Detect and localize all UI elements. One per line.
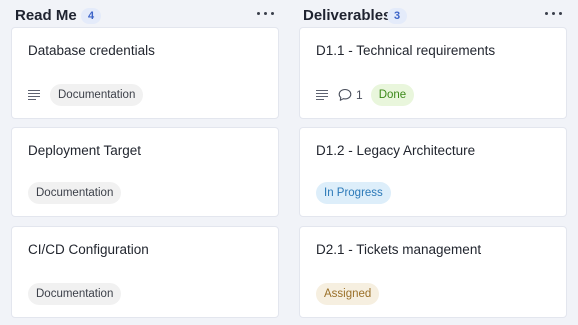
card-title: Deployment Target — [28, 143, 142, 158]
card-d1-2-legacy-architecture[interactable]: D1.2 - Legacy Architecture In Progress — [299, 127, 567, 217]
column-count-badge: 4 — [81, 8, 101, 24]
kanban-board: Read Me 4 Database credentials Documenta… — [0, 0, 578, 325]
comment-indicator: 1 — [338, 88, 363, 102]
card-title: D2.1 - Tickets management — [316, 242, 482, 257]
card-d2-1-tickets-management[interactable]: D2.1 - Tickets management Assigned — [299, 226, 567, 318]
card-title: CI/CD Configuration — [28, 242, 149, 257]
column-title: Deliverables — [303, 7, 392, 24]
column-deliverables: Deliverables 3 D1.1 - Technical requirem… — [299, 0, 567, 318]
column-header: Deliverables 3 — [299, 0, 567, 30]
card-title: Database credentials — [28, 43, 155, 58]
column-title: Read Me — [15, 7, 77, 24]
label-tag[interactable]: Documentation — [28, 182, 122, 204]
card-footer: 1 Done — [316, 84, 415, 106]
card-title: D1.2 - Legacy Architecture — [316, 143, 476, 158]
card-footer: Documentation — [28, 84, 144, 106]
lines-icon — [28, 90, 40, 100]
column-header: Read Me 4 — [11, 0, 279, 30]
speech-bubble-icon — [338, 88, 352, 101]
lines-icon — [316, 90, 328, 100]
card-footer: Documentation — [28, 182, 122, 204]
card-title: D1.1 - Technical requirements — [316, 43, 496, 58]
status-tag[interactable]: Done — [370, 84, 415, 106]
card-footer: Assigned — [316, 283, 380, 305]
column-count-badge: 3 — [387, 8, 407, 24]
label-tag[interactable]: Documentation — [28, 283, 122, 305]
comment-count: 1 — [356, 88, 363, 102]
status-tag[interactable]: Assigned — [316, 283, 380, 305]
card-footer: Documentation — [28, 283, 122, 305]
card-ci-cd-configuration[interactable]: CI/CD Configuration Documentation — [11, 226, 279, 318]
card-d1-1-technical-requirements[interactable]: D1.1 - Technical requirements 1 Done — [299, 27, 567, 119]
column-read-me: Read Me 4 Database credentials Documenta… — [11, 0, 279, 318]
card-deployment-target[interactable]: Deployment Target Documentation — [11, 127, 279, 217]
card-database-credentials[interactable]: Database credentials Documentation — [11, 27, 279, 119]
card-footer: In Progress — [316, 182, 391, 204]
more-horizontal-icon[interactable] — [541, 4, 567, 22]
status-tag[interactable]: In Progress — [316, 182, 391, 204]
more-horizontal-icon[interactable] — [253, 4, 279, 22]
label-tag[interactable]: Documentation — [50, 84, 144, 106]
